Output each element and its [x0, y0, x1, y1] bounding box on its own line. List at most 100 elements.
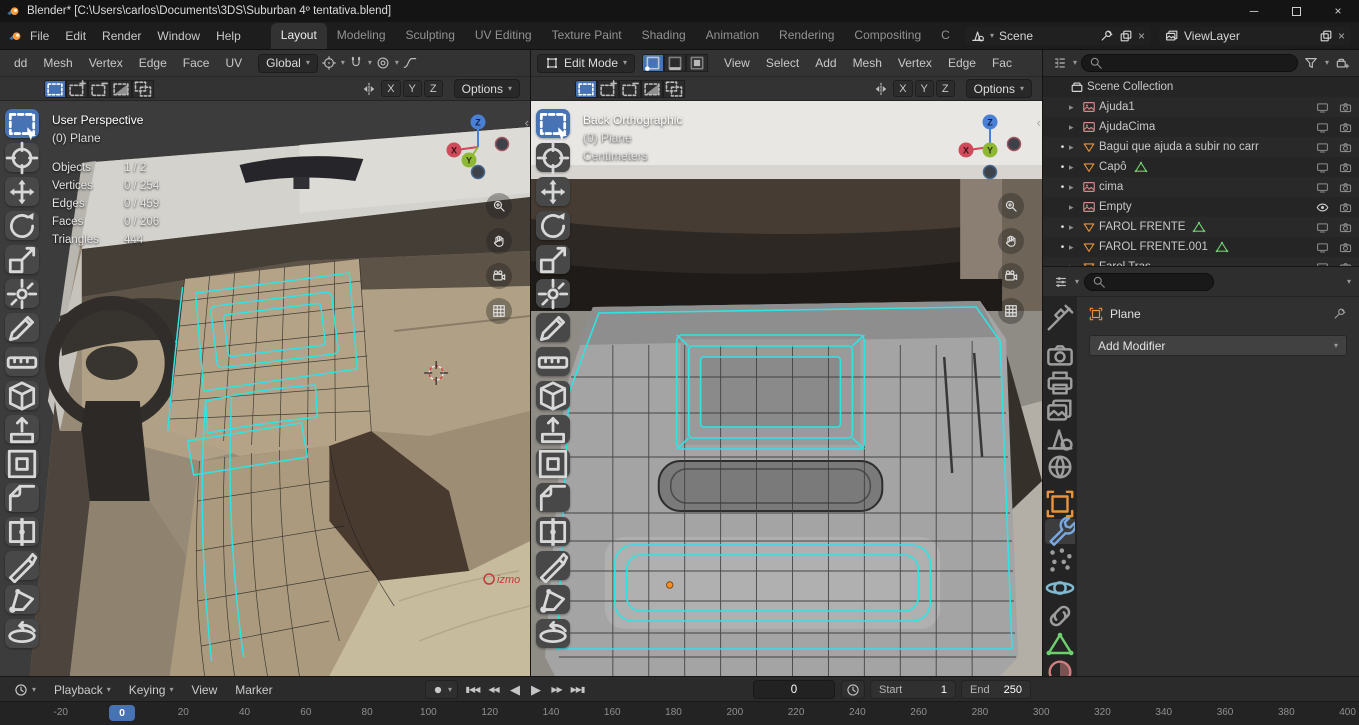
copy-icon[interactable] [1319, 29, 1333, 43]
clock-icon-button[interactable] [841, 680, 865, 699]
mode-dropdown[interactable]: Edit Mode ▾ [537, 53, 636, 73]
mirror-x-button[interactable]: X [893, 80, 913, 97]
prop-tab-modifiers[interactable] [1045, 516, 1075, 546]
tool-bevel[interactable] [536, 483, 570, 512]
orientation-dropdown[interactable]: Global ▾ [258, 53, 318, 73]
close-button[interactable]: × [1317, 0, 1359, 22]
prop-tab-render[interactable] [1045, 342, 1075, 367]
prop-tab-data[interactable] [1045, 631, 1075, 656]
mesh-select-edge-button[interactable] [664, 54, 687, 72]
menu-help[interactable]: Help [208, 26, 249, 46]
zoom-button[interactable] [486, 193, 512, 219]
menu-file[interactable]: File [22, 26, 57, 46]
pivot-icon[interactable] [320, 54, 339, 73]
menu-uv[interactable]: UV [217, 53, 250, 73]
scene-selector[interactable]: ▾ Scene × [965, 26, 1151, 45]
outliner-row-farol-frente[interactable]: • ▸ FAROL FRENTE [1043, 217, 1359, 237]
properties-editor-icon[interactable] [1051, 272, 1070, 291]
sidebar-collapse-arrow[interactable]: ‹ [525, 115, 529, 130]
menu-vertex[interactable]: Vertex [890, 53, 940, 73]
play-button[interactable]: ▶ [525, 680, 546, 699]
tool-transform[interactable] [5, 278, 39, 309]
options-dropdown[interactable]: Options ▾ [965, 79, 1032, 98]
select-subtract-button[interactable] [88, 79, 110, 98]
expand-arrow-icon[interactable]: ▸ [1069, 182, 1079, 193]
tool-loop-cut[interactable] [536, 517, 570, 546]
copy-icon[interactable] [1119, 29, 1133, 43]
timeline-menu-marker[interactable]: Marker [227, 681, 280, 699]
timeline-menu-playback[interactable]: Playback ▾ [46, 681, 119, 699]
frame-end-field[interactable]: End 250 [961, 680, 1031, 699]
prop-tab-object[interactable] [1045, 490, 1075, 517]
navigation-gizmo[interactable]: Z X Y [440, 109, 516, 185]
unlink-icon[interactable]: × [1138, 29, 1145, 43]
menu-add[interactable]: Add [807, 53, 844, 73]
tool-add-cube[interactable] [536, 380, 570, 411]
tool-extrude-region[interactable] [536, 415, 570, 444]
grid-button[interactable] [486, 298, 512, 324]
select-set-button[interactable] [44, 79, 66, 98]
pin-icon[interactable] [1333, 307, 1347, 321]
menu-dd[interactable]: dd [6, 53, 35, 73]
mirror-z-button[interactable]: Z [935, 80, 955, 97]
workspace-tab-layout[interactable]: Layout [270, 23, 327, 49]
prop-tab-constraints[interactable] [1045, 603, 1075, 628]
expand-arrow-icon[interactable]: ▸ [1069, 162, 1079, 173]
tool-measure[interactable] [5, 347, 39, 376]
jump-to-start-button[interactable]: ▮◀◀ [462, 680, 483, 699]
tool-scale[interactable] [5, 245, 39, 274]
grid-button[interactable] [998, 298, 1024, 324]
prop-tab-scene[interactable] [1045, 426, 1075, 451]
tool-inset-faces[interactable] [5, 449, 39, 478]
workspace-tab-uv-editing[interactable]: UV Editing [465, 23, 542, 49]
outliner-row-ajudacima[interactable]: ▸ AjudaCima [1043, 117, 1359, 137]
workspace-tab-c[interactable]: C [931, 23, 960, 49]
blender-menu-icon[interactable] [8, 29, 22, 43]
workspace-tab-sculpting[interactable]: Sculpting [396, 23, 465, 49]
mirror-y-button[interactable]: Y [402, 80, 422, 97]
prop-tab-tool[interactable] [1045, 304, 1075, 330]
tool-poly-build[interactable] [5, 585, 39, 614]
menu-edit[interactable]: Edit [57, 26, 94, 46]
tool-measure[interactable] [536, 347, 570, 376]
tool-select-box[interactable] [5, 109, 39, 140]
jump-to-end-button[interactable]: ▶▶▮ [567, 680, 588, 699]
outliner-row-cima[interactable]: • ▸ cima [1043, 177, 1359, 197]
workspace-tab-modeling[interactable]: Modeling [327, 23, 396, 49]
outliner-row-farol-tras[interactable]: ▸ Farol Tras [1043, 257, 1359, 266]
tool-select-box[interactable] [536, 109, 570, 140]
menu-select[interactable]: Select [758, 53, 807, 73]
tool-cursor[interactable] [536, 141, 570, 174]
menu-edge[interactable]: Edge [940, 53, 984, 73]
workspace-tab-compositing[interactable]: Compositing [844, 23, 931, 49]
falloff-icon[interactable] [401, 54, 420, 73]
expand-arrow-icon[interactable]: ▸ [1069, 242, 1079, 253]
menu-view[interactable]: View [716, 53, 758, 73]
tool-knife[interactable] [536, 551, 570, 583]
pin-icon[interactable] [1100, 29, 1114, 43]
tool-extrude-region[interactable] [5, 415, 39, 444]
mesh-select-vertex-button[interactable] [642, 54, 665, 72]
maximize-button[interactable] [1275, 0, 1317, 22]
chevron-down-icon[interactable]: ▾ [1347, 277, 1351, 286]
menu-mesh[interactable]: Mesh [845, 53, 890, 73]
menu-fac[interactable]: Fac [984, 53, 1020, 73]
select-intersect-button[interactable] [663, 79, 685, 98]
tool-bevel[interactable] [5, 483, 39, 512]
videocam-button[interactable] [998, 263, 1024, 289]
workspace-tab-shading[interactable]: Shading [632, 23, 696, 49]
next-keyframe-button[interactable]: ▶▶ [546, 680, 567, 699]
select-extend-button[interactable] [597, 79, 619, 98]
prop-tab-physics[interactable] [1045, 575, 1075, 600]
menu-mesh[interactable]: Mesh [35, 53, 80, 73]
timeline-ruler[interactable]: -20 0 20 40 60 80 100 120 140 160 180 200 220 240 260 2… [0, 701, 1359, 725]
menu-face[interactable]: Face [175, 53, 218, 73]
tool-poly-build[interactable] [536, 585, 570, 614]
prop-tab-world[interactable] [1045, 454, 1075, 479]
select-subtract-button[interactable] [619, 79, 641, 98]
current-frame-marker[interactable]: 0 [109, 705, 135, 721]
mesh-select-face-button[interactable] [686, 54, 709, 72]
menu-window[interactable]: Window [149, 26, 208, 46]
select-intersect-button[interactable] [132, 79, 154, 98]
expand-arrow-icon[interactable]: ▸ [1069, 202, 1079, 213]
